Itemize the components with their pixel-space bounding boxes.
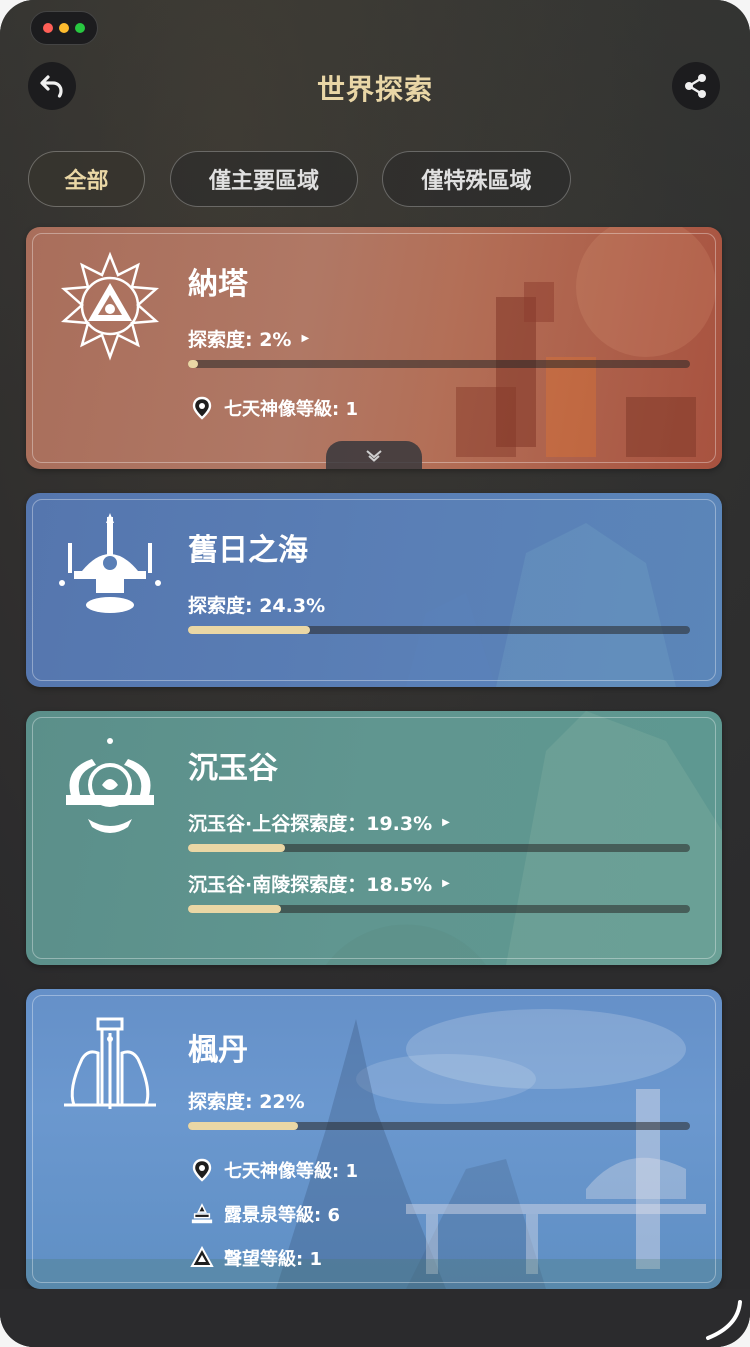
fountain-level-label: 露景泉等級: 6 xyxy=(224,1205,340,1226)
reputation-level-label: 聲望等級: 1 xyxy=(224,1249,322,1270)
caret-right-icon: ▶ xyxy=(301,333,310,344)
region-card-chenyu-vale[interactable]: 沉玉谷 沉玉谷·上谷探索度：19.3% ▶ 沉玉谷·南陵探索度：18.5% ▶ xyxy=(26,711,722,965)
statue-level-row: 七天神像等級: 1 xyxy=(190,395,358,421)
region-name: 沉玉谷 xyxy=(188,751,278,786)
subarea-progress-bar xyxy=(188,844,690,852)
region-card-fontaine[interactable]: 楓丹 探索度: 22% 七天神像等級: 1 露景泉等級: 6 聲望等級: 1 xyxy=(26,989,722,1289)
explore-progress-bar xyxy=(188,360,690,368)
explore-progress-bar xyxy=(188,626,690,634)
subarea-progress-label: 沉玉谷·上谷探索度：19.3% xyxy=(188,813,433,835)
caret-right-icon: ▶ xyxy=(442,878,450,889)
region-card-natlan[interactable]: 納塔 探索度: 2% ▶ 七天神像等級: 1 xyxy=(26,227,722,469)
map-pin-icon xyxy=(190,1158,214,1182)
explore-progress-text: 探索度: 22% xyxy=(188,1087,305,1114)
explore-progress-label: 探索度: 2% xyxy=(188,329,292,351)
app-window: 世界探索 全部 僅主要區域 僅特殊區域 納塔 探索度: 2% ▶ 七天神像等級:… xyxy=(0,0,750,1347)
progress-fill xyxy=(188,1122,299,1130)
progress-fill xyxy=(188,626,310,634)
explore-progress-label: 探索度: 24.3% xyxy=(188,595,326,617)
progress-fill xyxy=(188,844,285,852)
subarea-progress-bar xyxy=(188,905,690,913)
reputation-icon xyxy=(190,1246,214,1270)
region-name: 舊日之海 xyxy=(188,533,308,568)
explore-progress-link[interactable]: 探索度: 2% ▶ xyxy=(188,325,309,352)
explore-progress-bar xyxy=(188,1122,690,1130)
region-name: 楓丹 xyxy=(188,1033,248,1068)
zoom-window-button[interactable] xyxy=(75,23,85,33)
expand-card-button[interactable] xyxy=(326,441,422,469)
share-icon xyxy=(685,74,706,98)
fountain-level-row: 露景泉等級: 6 xyxy=(190,1201,340,1227)
bottom-bar xyxy=(0,1289,750,1347)
natlan-emblem-icon xyxy=(60,251,160,361)
progress-fill xyxy=(188,360,199,368)
page-title: 世界探索 xyxy=(316,73,433,106)
statue-level-row: 七天神像等級: 1 xyxy=(190,1157,358,1183)
region-card-sea-of-bygone-eras[interactable]: 舊日之海 探索度: 24.3% xyxy=(26,493,722,687)
explore-progress-text: 探索度: 24.3% xyxy=(188,591,325,618)
reputation-level-row: 聲望等級: 1 xyxy=(190,1245,322,1271)
chenyu-vale-emblem-icon xyxy=(66,738,154,833)
map-pin-icon xyxy=(190,396,214,420)
region-name: 納塔 xyxy=(188,267,248,302)
subarea-south-vale-link[interactable]: 沉玉谷·南陵探索度：18.5% ▶ xyxy=(188,870,450,897)
statue-level-label: 七天神像等級: 1 xyxy=(224,399,358,420)
subarea-upper-vale-link[interactable]: 沉玉谷·上谷探索度：19.3% ▶ xyxy=(188,809,450,836)
progress-fill xyxy=(188,905,281,913)
filter-all[interactable]: 全部 xyxy=(28,151,145,207)
filter-main-regions[interactable]: 僅主要區域 xyxy=(170,151,358,207)
filter-special-regions[interactable]: 僅特殊區域 xyxy=(382,151,571,207)
chevron-down-icon xyxy=(366,450,382,462)
resize-grip-icon[interactable] xyxy=(700,1296,746,1342)
statue-level-label: 七天神像等級: 1 xyxy=(224,1161,358,1182)
explore-progress-label: 探索度: 22% xyxy=(188,1091,305,1113)
minimize-window-button[interactable] xyxy=(59,23,69,33)
share-button[interactable] xyxy=(672,62,720,110)
subarea-progress-label: 沉玉谷·南陵探索度：18.5% xyxy=(188,874,433,896)
fontaine-emblem-icon xyxy=(64,1017,156,1109)
sea-of-bygone-eras-emblem-icon xyxy=(59,513,161,613)
window-controls xyxy=(30,11,98,45)
close-window-button[interactable] xyxy=(43,23,53,33)
caret-right-icon: ▶ xyxy=(442,817,450,828)
fountain-icon xyxy=(190,1202,214,1226)
